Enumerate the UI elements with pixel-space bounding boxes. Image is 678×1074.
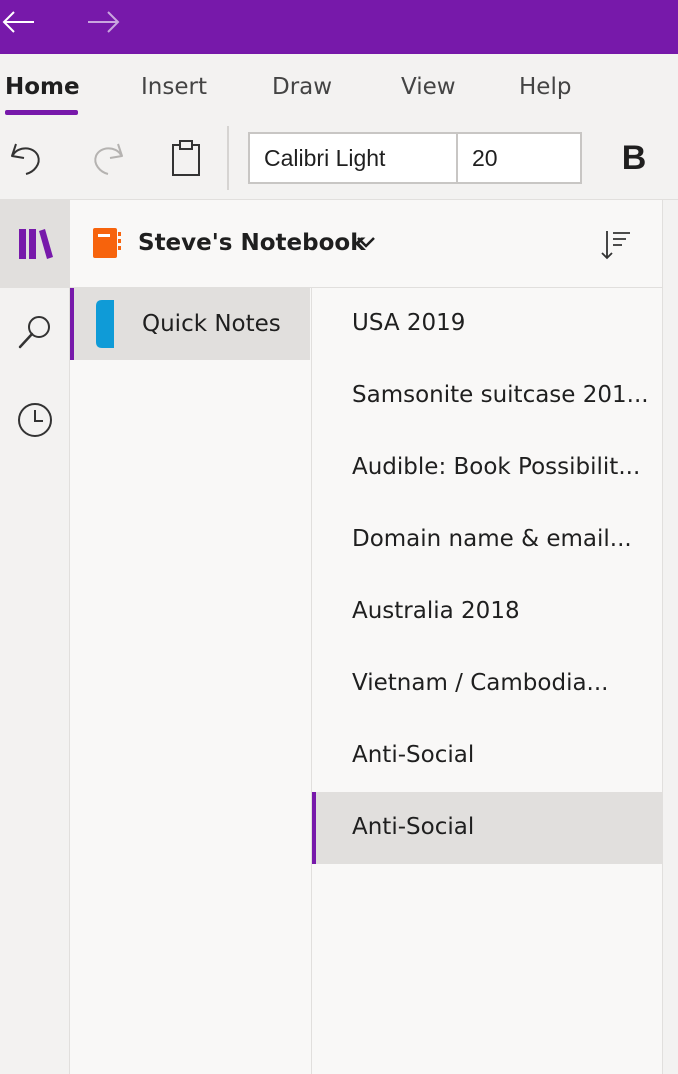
tab-insert[interactable]: Insert — [141, 74, 207, 100]
bold-button[interactable]: B — [612, 134, 656, 182]
arrow-left-icon — [2, 11, 34, 33]
recent-clock-icon — [18, 403, 52, 437]
pages-list: USA 2019 Samsonite suitcase 201... Audib… — [312, 288, 662, 1074]
sort-icon — [601, 231, 630, 260]
tab-home[interactable]: Home — [5, 74, 80, 100]
page-title: Anti-Social — [352, 742, 475, 768]
toolbar-divider — [227, 126, 229, 190]
back-button[interactable] — [0, 2, 42, 42]
tab-draw[interactable]: Draw — [272, 74, 332, 100]
notebook-header: Steve's Notebook — [70, 200, 662, 288]
undo-button[interactable] — [2, 134, 50, 182]
search-icon — [18, 316, 50, 349]
page-item[interactable]: Anti-Social — [312, 720, 662, 792]
redo-icon — [94, 143, 123, 175]
notebook-title[interactable]: Steve's Notebook — [138, 230, 366, 256]
tab-view[interactable]: View — [401, 74, 456, 100]
selected-indicator — [312, 792, 316, 864]
page-title: Australia 2018 — [352, 598, 520, 624]
notebooks-icon — [19, 229, 53, 259]
page-item[interactable]: Audible: Book Possibilit... — [312, 432, 662, 504]
forward-button[interactable] — [80, 2, 128, 42]
page-title: USA 2019 — [352, 310, 466, 336]
sort-pages-button[interactable] — [590, 220, 642, 270]
page-title: Domain name & email... — [352, 526, 632, 552]
title-bar — [0, 0, 678, 54]
navigation-rail — [0, 200, 70, 1074]
section-label: Quick Notes — [142, 311, 281, 337]
page-title: Vietnam / Cambodia... — [352, 670, 609, 696]
section-tab-icon — [96, 300, 114, 348]
paste-button[interactable] — [162, 134, 210, 182]
page-item[interactable]: USA 2019 — [312, 288, 662, 360]
redo-button[interactable] — [84, 134, 132, 182]
tab-help[interactable]: Help — [519, 74, 571, 100]
page-title: Audible: Book Possibilit... — [352, 454, 641, 480]
section-item-quick-notes[interactable]: Quick Notes — [70, 288, 310, 360]
notebooks-button[interactable] — [0, 200, 70, 288]
sections-list: Quick Notes — [70, 288, 312, 1074]
selected-indicator — [70, 288, 74, 360]
notebook-icon — [93, 228, 121, 258]
page-item[interactable]: Samsonite suitcase 201... — [312, 360, 662, 432]
arrow-right-icon — [88, 11, 120, 33]
active-tab-indicator — [5, 110, 78, 115]
undo-icon — [11, 143, 40, 175]
font-name-field[interactable] — [250, 134, 458, 182]
page-item[interactable]: Domain name & email... — [312, 504, 662, 576]
page-title: Anti-Social — [352, 814, 475, 840]
page-item[interactable]: Vietnam / Cambodia... — [312, 648, 662, 720]
font-controls — [248, 132, 678, 184]
page-title: Samsonite suitcase 201... — [352, 382, 649, 408]
page-item[interactable]: Australia 2018 — [312, 576, 662, 648]
canvas-edge — [662, 200, 678, 1074]
chevron-down-icon[interactable] — [354, 230, 378, 254]
clipboard-icon — [172, 140, 200, 176]
search-button[interactable] — [0, 288, 70, 376]
page-item-selected[interactable]: Anti-Social — [312, 792, 662, 864]
recent-notes-button[interactable] — [0, 376, 70, 464]
